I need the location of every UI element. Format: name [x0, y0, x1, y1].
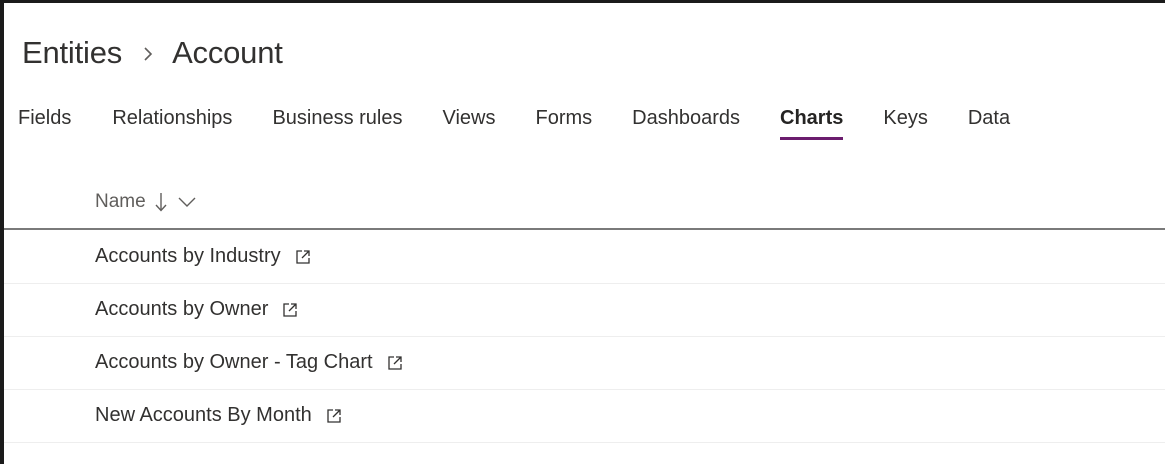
breadcrumb: Entities Account	[22, 33, 283, 73]
arrow-down-icon	[154, 191, 168, 213]
chart-link[interactable]: Accounts by Owner - Tag Chart	[95, 351, 403, 374]
list-item: New Accounts By Month	[4, 390, 1165, 443]
tab-fields[interactable]: Fields	[18, 107, 71, 141]
chart-name: Accounts by Owner	[95, 298, 269, 320]
tab-charts[interactable]: Charts	[780, 107, 844, 141]
open-in-new-window-icon	[295, 249, 311, 265]
entity-charts-panel: Entities Account Fields Relationships Bu…	[0, 0, 1165, 464]
chevron-right-icon	[138, 43, 158, 63]
chart-name: Accounts by Industry	[95, 245, 281, 267]
list-item: Accounts by Industry	[4, 231, 1165, 284]
tab-views[interactable]: Views	[443, 107, 496, 141]
breadcrumb-parent-link[interactable]: Entities	[22, 35, 122, 71]
open-in-new-window-icon	[326, 408, 342, 424]
entity-tabs: Fields Relationships Business rules View…	[4, 107, 1010, 143]
header-divider	[4, 228, 1165, 230]
open-in-new-window-icon	[282, 302, 298, 318]
tab-forms[interactable]: Forms	[536, 107, 593, 141]
list-item: Accounts by Owner	[4, 284, 1165, 337]
open-in-new-window-icon	[387, 355, 403, 371]
chart-name: New Accounts By Month	[95, 404, 312, 426]
charts-list: Accounts by Industry Accounts by Owner A…	[4, 231, 1165, 443]
chevron-down-icon[interactable]	[177, 195, 197, 209]
chart-link[interactable]: Accounts by Industry	[95, 245, 311, 268]
breadcrumb-current: Account	[172, 35, 283, 70]
chart-link[interactable]: New Accounts By Month	[95, 404, 342, 427]
name-column-label: Name	[95, 191, 146, 212]
chart-name: Accounts by Owner - Tag Chart	[95, 351, 373, 373]
chart-link[interactable]: Accounts by Owner	[95, 298, 298, 321]
tab-business-rules[interactable]: Business rules	[272, 107, 402, 141]
tab-relationships[interactable]: Relationships	[112, 107, 232, 141]
tab-data[interactable]: Data	[968, 107, 1010, 141]
tab-dashboards[interactable]: Dashboards	[632, 107, 740, 141]
list-item: Accounts by Owner - Tag Chart	[4, 337, 1165, 390]
tab-keys[interactable]: Keys	[883, 107, 927, 141]
name-column-header[interactable]: Name	[95, 187, 197, 217]
